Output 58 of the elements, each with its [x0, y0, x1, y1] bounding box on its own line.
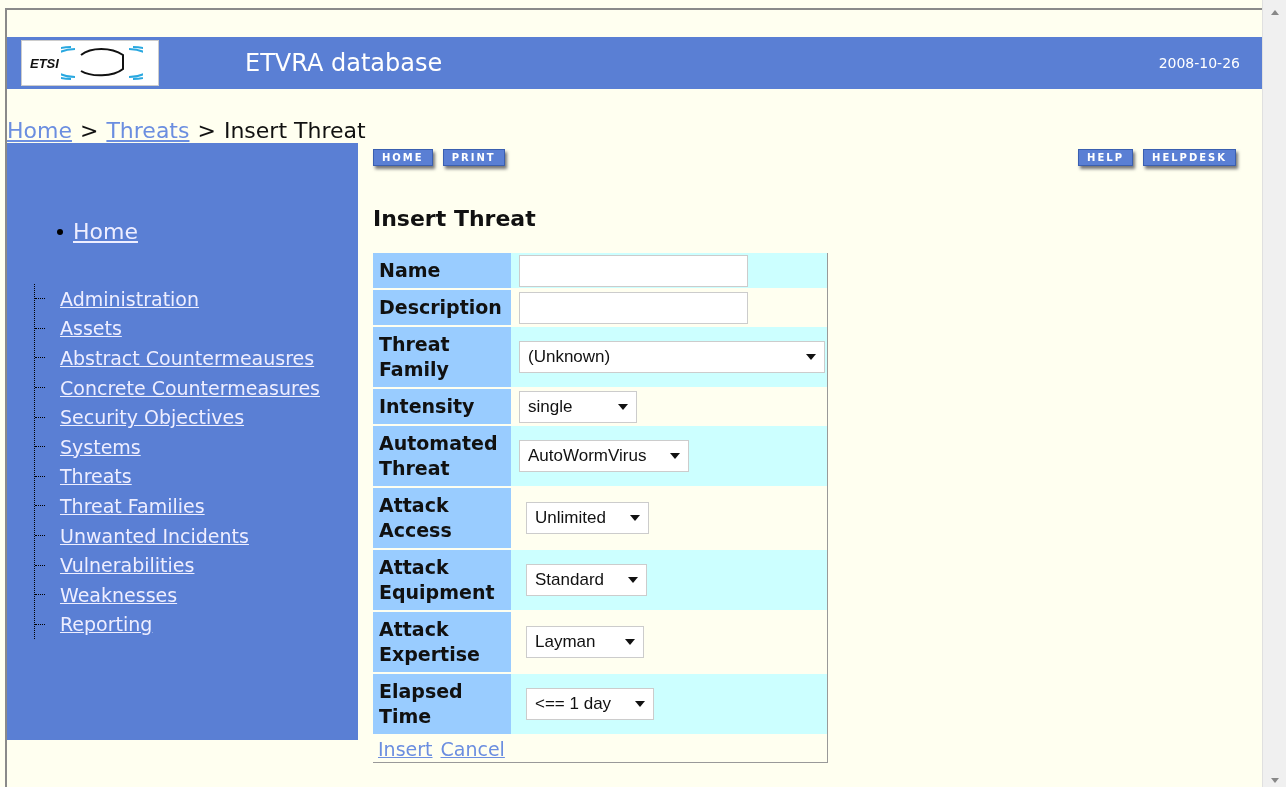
- action-link[interactable]: Cancel: [440, 738, 505, 760]
- nav-link[interactable]: Home: [73, 219, 138, 244]
- waves-icon: [60, 45, 143, 81]
- nav-link[interactable]: Abstract Countermeausres: [60, 347, 315, 369]
- caret-icon: [628, 577, 638, 583]
- date-label: 2008-10-26: [1158, 55, 1240, 71]
- field-label: Attack Access: [373, 488, 511, 548]
- nav-link[interactable]: Vulnerabilities: [60, 554, 195, 577]
- nav-link[interactable]: Reporting: [60, 613, 153, 636]
- nav-link[interactable]: Security Objectives: [60, 406, 245, 429]
- field-label: Attack Equipment: [373, 550, 511, 610]
- caret-icon: [618, 403, 628, 410]
- dropdown[interactable]: AutoWormVirus: [519, 440, 690, 472]
- nav-link[interactable]: Threats: [60, 465, 132, 488]
- dropdown[interactable]: <== 1 day: [526, 688, 655, 720]
- breadcrumb-text: Insert Threat: [223, 117, 366, 143]
- input-field[interactable]: [519, 291, 748, 324]
- scroll-up-icon[interactable]: [1270, 10, 1279, 15]
- nav-link[interactable]: Assets: [60, 317, 122, 340]
- dropdown[interactable]: (Unknown): [519, 341, 825, 373]
- dropdown[interactable]: Unlimited: [526, 502, 649, 534]
- nav-link[interactable]: Threat Families: [60, 494, 205, 517]
- field-label: Name: [373, 253, 511, 288]
- form-title: Insert Threat: [373, 206, 537, 231]
- nav-link[interactable]: Unwanted Incidents: [60, 524, 249, 547]
- nav-link[interactable]: Administration: [60, 287, 200, 310]
- caret-icon: [625, 639, 635, 645]
- dropdown[interactable]: single: [519, 390, 637, 423]
- logo: ETSI: [21, 40, 159, 86]
- field-label: Intensity: [373, 389, 511, 424]
- nav-link[interactable]: Systems: [60, 435, 141, 458]
- scrollbar[interactable]: [1262, 0, 1286, 787]
- scroll-down-icon[interactable]: [1270, 778, 1279, 783]
- breadcrumb-text: >: [79, 117, 99, 143]
- field-label: Automated Threat: [373, 426, 511, 486]
- breadcrumb-text: >: [197, 117, 216, 143]
- toolbar-button[interactable]: HELPDESK: [1143, 149, 1236, 166]
- toolbar-button[interactable]: HELP: [1078, 149, 1133, 166]
- app-title: ETVRA database: [245, 49, 444, 77]
- caret-icon: [635, 701, 646, 707]
- input-field[interactable]: [519, 254, 748, 287]
- dropdown[interactable]: Layman: [526, 626, 644, 658]
- nav-link[interactable]: Concrete Countermeasures: [60, 376, 320, 399]
- caret-icon: [806, 354, 816, 360]
- field-label: Elapsed Time: [373, 674, 511, 734]
- caret-icon: [670, 453, 681, 459]
- caret-icon: [629, 515, 640, 521]
- bullet-icon: [57, 228, 63, 235]
- nav-link[interactable]: Weaknesses: [60, 583, 178, 606]
- toolbar-button[interactable]: HOME: [373, 149, 433, 166]
- toolbar-button[interactable]: PRINT: [442, 149, 505, 166]
- action-link[interactable]: Insert: [378, 738, 433, 760]
- field-label: Attack Expertise: [373, 612, 511, 672]
- field-label: Threat Family: [373, 327, 511, 387]
- field-label: Description: [373, 290, 511, 325]
- breadcrumb-link[interactable]: Threats: [106, 117, 190, 143]
- dropdown[interactable]: Standard: [526, 564, 647, 596]
- breadcrumb-link[interactable]: Home: [7, 117, 72, 143]
